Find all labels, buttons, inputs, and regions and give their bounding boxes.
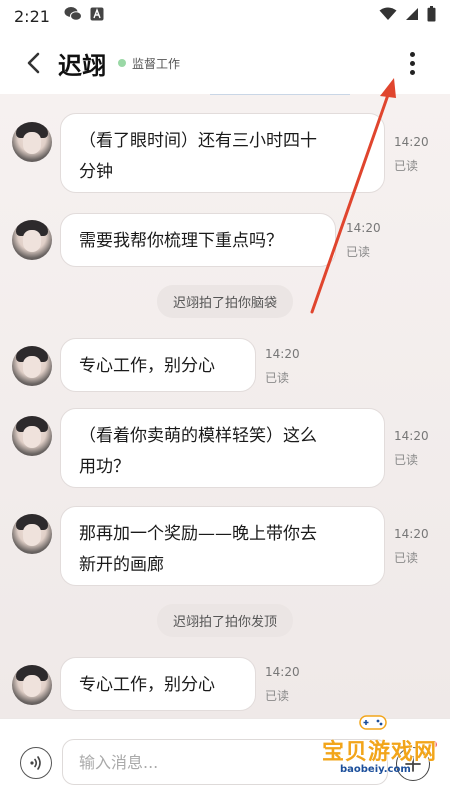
message-time: 14:20 [394, 527, 429, 541]
message-time: 14:20 [394, 429, 429, 443]
read-receipt: 已读 [346, 245, 371, 259]
chevron-left-icon [27, 52, 40, 74]
contact-avatar[interactable] [12, 416, 52, 456]
message-bubble[interactable]: 专心工作，别分心 [60, 657, 256, 711]
contact-status-label: 监督工作 [132, 56, 181, 71]
more-dot [409, 51, 415, 57]
message-time: 14:20 [394, 135, 429, 149]
read-receipt: 已读 [394, 551, 419, 565]
system-notice: 迟翊拍了拍你发顶 [156, 604, 294, 637]
back-button[interactable] [18, 43, 48, 83]
contact-avatar[interactable] [12, 346, 52, 386]
message-line: 专心工作，别分心 [79, 356, 215, 376]
message-meta: 14:20 已读 [265, 660, 300, 708]
battery-icon [427, 6, 436, 26]
message-line: 那再加一个奖励——晚上带你去 [79, 524, 317, 544]
read-receipt: 已读 [394, 159, 419, 173]
more-dot [409, 69, 415, 75]
watermark-url: baobeiy.com [340, 764, 411, 775]
contact-avatar[interactable] [12, 122, 52, 162]
contact-status: 监督工作 [118, 55, 180, 72]
divider [210, 94, 350, 95]
more-options-button[interactable] [402, 46, 422, 80]
message-line: 分钟 [79, 162, 113, 182]
message-time: 14:20 [346, 221, 381, 235]
chat-area[interactable]: （看了眼时间）还有三小时四十 分钟 14:20 已读 需要我帮你梳理下重点吗？ … [0, 94, 450, 718]
read-receipt: 已读 [394, 453, 419, 467]
message-time: 14:20 [265, 347, 300, 361]
contact-name: 迟翊 [58, 51, 106, 80]
message-meta: 14:20 已读 [394, 522, 429, 570]
status-bar: 2:21 [0, 0, 450, 32]
system-notice: 迟翊拍了拍你脑袋 [156, 285, 294, 318]
online-status-dot [118, 59, 126, 67]
voice-button[interactable] [20, 747, 52, 779]
message-time: 14:20 [265, 665, 300, 679]
message-line: （看了眼时间）还有三小时四十 [79, 131, 317, 151]
wechat-icon [64, 6, 82, 26]
gamepad-icon [359, 715, 387, 730]
message-line: 用功？ [79, 457, 130, 477]
voice-wave-icon [30, 756, 41, 770]
message-bubble[interactable]: 专心工作，别分心 [60, 338, 256, 392]
contact-avatar[interactable] [12, 220, 52, 260]
message-bubble[interactable]: （看了眼时间）还有三小时四十 分钟 [60, 113, 385, 193]
signal-icon [405, 7, 419, 25]
message-bubble[interactable]: 需要我帮你梳理下重点吗？ [60, 213, 336, 267]
message-meta: 14:20 已读 [265, 342, 300, 390]
message-meta: 14:20 已读 [394, 424, 429, 472]
watermark-text: 宝贝游戏网 [322, 740, 438, 765]
message-line: 新开的画廊 [79, 555, 164, 575]
message-line: （看着你卖萌的模样轻笑）这么 [79, 426, 317, 446]
message-line: 需要我帮你梳理下重点吗？ [79, 231, 283, 251]
message-line: 专心工作，别分心 [79, 675, 215, 695]
wifi-icon [379, 7, 397, 25]
message-bubble[interactable]: （看着你卖萌的模样轻笑）这么 用功？ [60, 408, 385, 488]
message-meta: 14:20 已读 [346, 216, 381, 264]
contact-avatar[interactable] [12, 514, 52, 554]
message-bubble[interactable]: 那再加一个奖励——晚上带你去 新开的画廊 [60, 506, 385, 586]
chat-header: 迟翊 监督工作 [0, 32, 450, 94]
app-notification-icon [90, 7, 104, 25]
contact-avatar[interactable] [12, 665, 52, 705]
more-dot [409, 60, 415, 66]
message-meta: 14:20 已读 [394, 130, 429, 178]
read-receipt: 已读 [265, 689, 290, 703]
read-receipt: 已读 [265, 371, 290, 385]
status-time: 2:21 [14, 6, 50, 26]
watermark: 宝贝游戏网 baobeiy.com [300, 712, 440, 782]
